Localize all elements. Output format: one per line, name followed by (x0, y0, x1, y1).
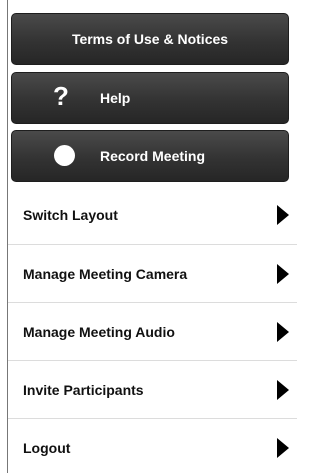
meeting-menu-panel: Terms of Use & Notices ? Help Record Mee… (0, 0, 297, 473)
record-dot-icon (54, 145, 75, 166)
menu-item-label: Manage Meeting Audio (23, 323, 175, 340)
menu-item-label: Logout (23, 439, 71, 456)
menu-item-logout[interactable]: Logout (8, 418, 297, 476)
terms-of-use-label: Terms of Use & Notices (71, 31, 229, 47)
chevron-right-icon (277, 379, 289, 400)
menu-item-manage-meeting-audio[interactable]: Manage Meeting Audio (8, 302, 297, 360)
menu-item-label: Invite Participants (23, 381, 144, 398)
chevron-right-icon (277, 205, 289, 225)
menu-item-label: Switch Layout (23, 207, 118, 223)
menu-item-label: Manage Meeting Camera (23, 265, 188, 282)
chevron-right-icon (277, 437, 289, 458)
help-button[interactable]: ? Help (11, 72, 289, 124)
terms-of-use-button[interactable]: Terms of Use & Notices (11, 13, 289, 65)
menu-item-switch-layout[interactable]: Switch Layout (8, 186, 297, 244)
chevron-right-icon (277, 263, 289, 284)
record-meeting-label: Record Meeting (100, 148, 206, 164)
chevron-right-icon (277, 321, 289, 342)
question-mark-icon: ? (53, 81, 69, 111)
help-label: Help (100, 90, 131, 106)
menu-item-manage-meeting-camera[interactable]: Manage Meeting Camera (8, 244, 297, 302)
menu-item-invite-participants[interactable]: Invite Participants (8, 360, 297, 418)
record-meeting-button[interactable]: Record Meeting (11, 130, 289, 182)
